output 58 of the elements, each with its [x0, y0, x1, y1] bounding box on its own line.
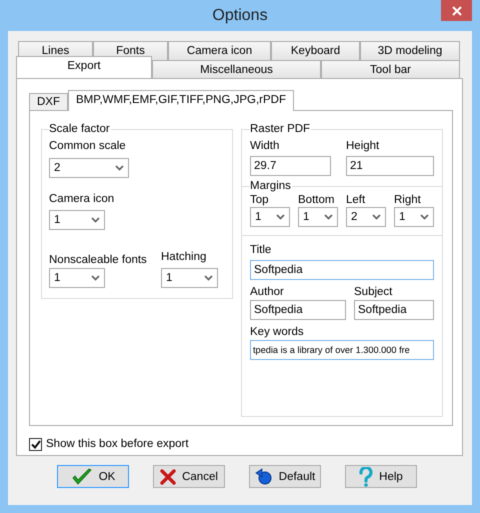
dropdown[interactable]: 1	[250, 207, 290, 227]
cross-icon	[160, 468, 176, 484]
field-label: Width	[250, 139, 280, 153]
dropdown[interactable]: 1	[49, 268, 105, 288]
chevron-down-icon	[324, 214, 333, 220]
chevron-down-icon	[91, 217, 100, 223]
field-label: Nonscaleable fonts	[49, 253, 147, 267]
text-field[interactable]: Softpedia	[250, 260, 434, 280]
text-field[interactable]: Softpedia	[354, 300, 434, 320]
close-button[interactable]	[441, 0, 472, 21]
dropdown[interactable]: 1	[394, 207, 434, 227]
field-label: Left	[346, 193, 366, 207]
field-label: Height	[346, 139, 380, 153]
text-field[interactable]: 21	[346, 156, 434, 176]
field-label: Right	[394, 193, 421, 207]
dropdown[interactable]: 1	[298, 207, 338, 227]
dropdown[interactable]: 2	[49, 158, 129, 178]
field-label: Title	[250, 243, 272, 257]
checkmark-icon	[70, 468, 93, 486]
ok-button[interactable]: OK	[57, 465, 129, 488]
checkbox[interactable]	[29, 438, 42, 450]
tab[interactable]: DXF	[29, 93, 68, 110]
chevron-down-icon	[276, 214, 285, 220]
group-title: Margins	[250, 179, 292, 193]
tab[interactable]: Camera icon	[168, 41, 271, 60]
field-label: Top	[250, 193, 269, 207]
tab[interactable]: Miscellaneous	[152, 60, 321, 78]
dropdown[interactable]: 1	[161, 268, 218, 288]
checkbox-label[interactable]: Show this box before export	[46, 437, 189, 451]
help-button[interactable]: Help	[345, 465, 417, 488]
cancel-button[interactable]: Cancel	[153, 465, 225, 488]
tab[interactable]: Keyboard	[271, 41, 360, 60]
reset-button[interactable]: Default	[249, 465, 321, 488]
tab[interactable]: Tool bar	[321, 60, 460, 78]
dropdown[interactable]: 2	[346, 207, 386, 227]
field-label: Subject	[354, 285, 392, 299]
dropdown[interactable]: 1	[49, 210, 105, 230]
field-label: Hatching	[161, 250, 206, 264]
field-label: Key words	[250, 325, 304, 339]
text-field[interactable]: tpedia is a library of over 1.300.000 fre	[250, 340, 434, 360]
field-label: Common scale	[49, 139, 126, 153]
question-mark-icon	[359, 466, 374, 486]
undo-arrow-icon	[254, 468, 273, 485]
close-icon	[452, 6, 462, 16]
chevron-down-icon	[372, 214, 381, 220]
field-label: Camera icon	[49, 192, 114, 206]
text-field[interactable]: 29.7	[250, 156, 331, 176]
window-title: Options	[212, 6, 268, 24]
chevron-down-icon	[91, 275, 100, 281]
tab[interactable]: Export	[16, 56, 152, 78]
chevron-down-icon	[420, 214, 429, 220]
field-label: Bottom	[298, 193, 334, 207]
chevron-down-icon	[115, 165, 124, 171]
field-label: Author	[250, 285, 284, 299]
text-field[interactable]: Softpedia	[250, 300, 346, 320]
chevron-down-icon	[204, 275, 213, 281]
tab[interactable]: 3D modeling	[360, 41, 460, 60]
tab[interactable]: BMP,WMF,EMF,GIF,TIFF,PNG,JPG,rPDF	[68, 90, 294, 111]
